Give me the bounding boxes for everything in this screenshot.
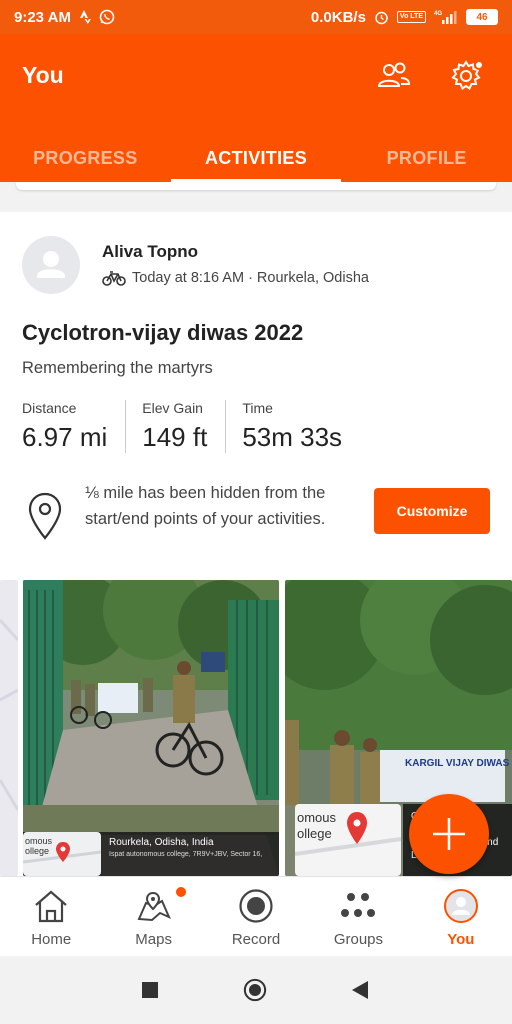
location-pin-icon	[28, 492, 62, 540]
back-button[interactable]	[348, 978, 372, 1002]
activity-photo-1[interactable]: omous ollege Rourkela, Odisha, India Isp…	[23, 580, 279, 876]
home-system-button[interactable]	[243, 978, 267, 1002]
page-title: You	[22, 62, 64, 88]
stat-label: Time	[242, 400, 273, 416]
bike-icon	[102, 271, 126, 286]
geotag-map: omous ollege	[23, 832, 101, 876]
tab-progress[interactable]: PROGRESS	[0, 134, 171, 182]
activity-meta-text: Today at 8:16 AM · Rourkela, Odisha	[132, 270, 369, 286]
nav-record[interactable]: Record	[205, 877, 307, 956]
stat-value: 149 ft	[142, 422, 208, 452]
volte-badge: Vo LTE	[396, 11, 426, 23]
stat-time: Time 53m 33s	[225, 400, 360, 453]
stat-distance: Distance 6.97 mi	[22, 400, 125, 453]
nav-label: You	[447, 931, 475, 948]
add-activity-button[interactable]	[409, 794, 489, 874]
athlete-name[interactable]: Aliva Topno	[102, 242, 198, 262]
status-bar: 9:23 AM 0.0KB/s Vo LTE 4G 46	[0, 0, 512, 34]
network-speed: 0.0KB/s	[310, 8, 366, 26]
geotag-location: Rourkela, Odisha, India	[109, 837, 214, 848]
tab-profile[interactable]: PROFILE	[341, 134, 512, 182]
stat-value: 53m 33s	[242, 422, 343, 452]
activity-meta: Today at 8:16 AM · Rourkela, Odisha	[102, 270, 369, 286]
signal-icon: 4G	[434, 10, 458, 25]
nav-label: Maps	[135, 931, 172, 948]
home-icon	[33, 887, 69, 925]
stat-elevation: Elev Gain 149 ft	[125, 400, 225, 453]
map-thumbnail[interactable]	[0, 580, 18, 876]
avatar-icon	[443, 887, 479, 925]
circle-icon	[243, 978, 267, 1002]
previous-card-edge	[16, 182, 496, 190]
stat-label: Distance	[22, 400, 77, 416]
nav-label: Groups	[333, 931, 384, 948]
geotag-map: omous ollege	[295, 804, 401, 876]
activity-title[interactable]: Cyclotron-vijay diwas 2022	[22, 320, 303, 346]
stat-label: Elev Gain	[142, 400, 203, 416]
back-triangle-icon	[352, 981, 368, 999]
privacy-text: ⅛ mile has been hidden from the start/en…	[85, 484, 326, 528]
record-icon	[238, 887, 274, 925]
nav-label: Record	[231, 931, 281, 948]
activity-stats: Distance 6.97 mi Elev Gain 149 ft Time 5…	[22, 400, 360, 453]
customize-button[interactable]: Customize	[374, 488, 490, 534]
settings-button[interactable]	[446, 56, 486, 96]
map-icon	[136, 887, 172, 925]
whatsapp-icon	[99, 9, 115, 25]
nav-label: Home	[31, 931, 72, 948]
notification-dot	[474, 60, 484, 70]
nav-groups[interactable]: Groups	[307, 877, 409, 956]
friends-button[interactable]	[374, 56, 414, 96]
activity-description: Remembering the martyrs	[22, 359, 213, 377]
alarm-icon	[374, 10, 389, 25]
strava-notification-icon	[79, 10, 91, 24]
activity-feed[interactable]: Aliva Topno Today at 8:16 AM · Rourkela,…	[0, 182, 512, 876]
square-icon	[142, 982, 158, 998]
geotag-map-label: omous ollege	[25, 836, 53, 856]
plus-icon	[433, 818, 465, 850]
geotag-map-label: omous ollege	[297, 810, 337, 841]
geotag-overlay: omous ollege Rourkela, Odisha, India Isp…	[23, 832, 279, 876]
recents-button[interactable]	[138, 978, 162, 1002]
geotag-address: Ispat autonomous college, 7R9V+JBV, Sect…	[109, 851, 263, 858]
battery-indicator: 46	[466, 9, 498, 25]
nav-you[interactable]: You	[410, 877, 512, 956]
tab-activities[interactable]: ACTIVITIES	[170, 134, 342, 182]
photo-banner-text: KARGIL VIJAY DIWAS	[405, 758, 510, 769]
tab-bar: PROGRESS ACTIVITIES PROFILE	[0, 134, 512, 182]
avatar-placeholder-icon	[37, 251, 65, 278]
athlete-avatar[interactable]	[22, 236, 80, 294]
nav-home[interactable]: Home	[0, 877, 102, 956]
maps-notification-dot	[176, 887, 187, 897]
geotag-text: Rourkela, Odisha, India Ispat autonomous…	[109, 837, 262, 861]
bottom-navigation: Home Maps Record Groups You	[0, 876, 512, 956]
nav-maps[interactable]: Maps	[102, 877, 204, 956]
stat-value: 6.97 mi	[22, 422, 108, 452]
signal-label: 4G	[434, 11, 442, 17]
privacy-notice: ⅛ mile has been hidden from the start/en…	[22, 480, 492, 560]
activity-card[interactable]: Aliva Topno Today at 8:16 AM · Rourkela,…	[0, 212, 512, 876]
status-time: 9:23 AM	[14, 8, 71, 26]
groups-icon	[340, 887, 376, 925]
system-navigation	[0, 956, 512, 1024]
friends-icon	[377, 62, 411, 87]
app-header: You PROGRESS ACTIVITIES PROFILE	[0, 34, 512, 182]
